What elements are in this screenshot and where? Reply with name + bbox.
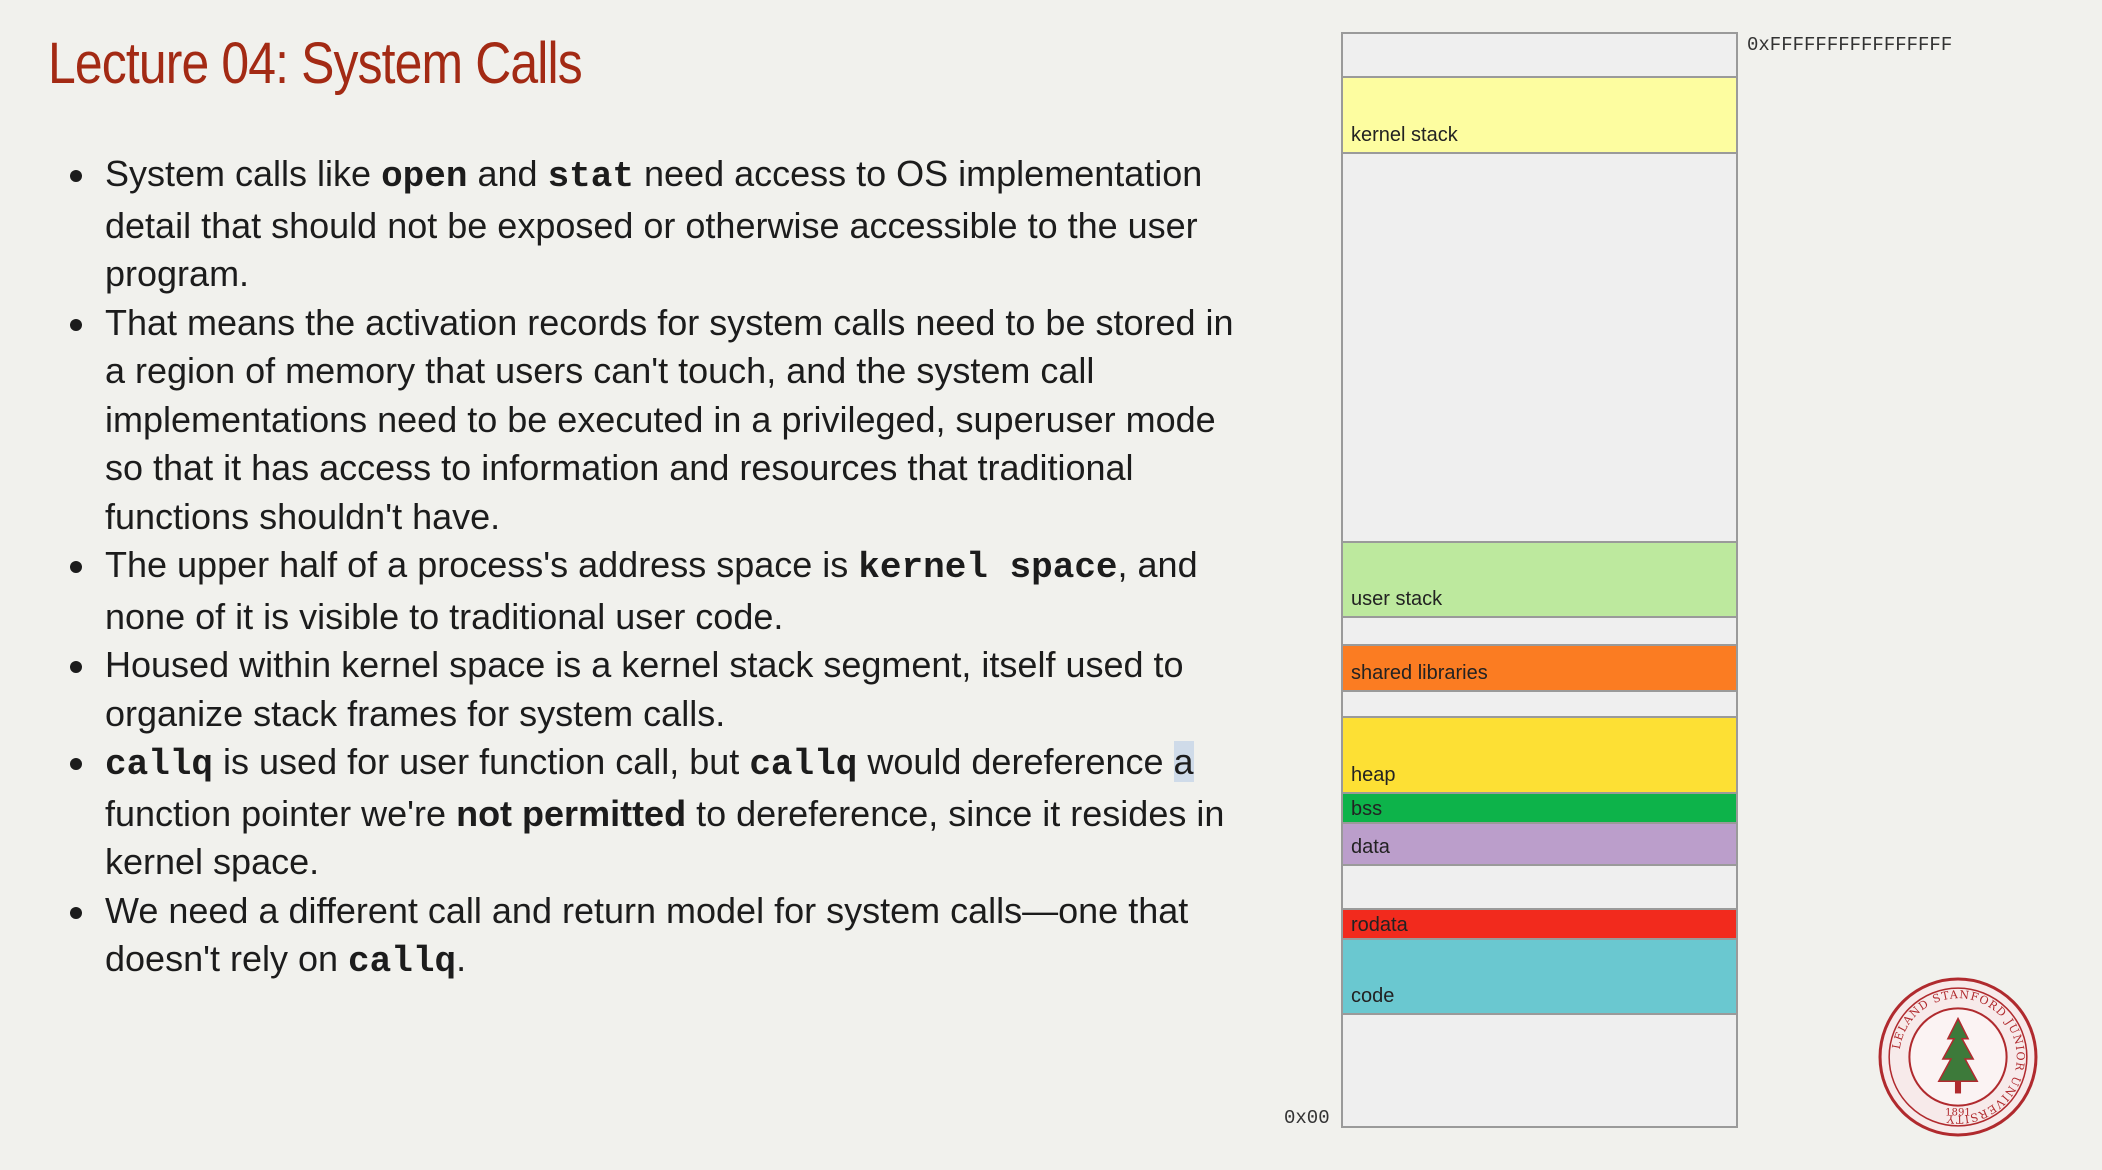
- address-space-diagram: kernel stack user stack shared libraries…: [1341, 32, 1738, 1128]
- segment-code: code: [1343, 938, 1736, 1015]
- stanford-seal-logo: LELAND STANFORD JUNIOR UNIVERSITY 1891: [1878, 977, 2038, 1137]
- code-callq: callq: [348, 941, 457, 982]
- bullet-dot: [70, 906, 82, 919]
- code-callq: callq: [749, 744, 858, 785]
- bullet-dot: [70, 318, 82, 331]
- code-kernel-space: kernel space: [858, 547, 1118, 588]
- highlighted-text: a: [1173, 741, 1194, 782]
- top-address-label: 0xFFFFFFFFFFFFFFFF: [1747, 34, 1953, 56]
- bullet-item: callq is used for user function call, bu…: [62, 738, 1262, 887]
- bullet-dot: [70, 170, 82, 182]
- code-callq: callq: [105, 744, 214, 785]
- bullet-list: System calls like open and stat need acc…: [62, 150, 1262, 987]
- code-stat: stat: [547, 156, 634, 197]
- bullet-dot: [70, 661, 82, 673]
- bullet-dot: [70, 758, 82, 770]
- segment-data: data: [1343, 822, 1736, 866]
- segment-bss: bss: [1343, 792, 1736, 824]
- bullet-dot: [70, 561, 82, 573]
- bullet-item: That means the activation records for sy…: [62, 299, 1262, 542]
- segment-rodata: rodata: [1343, 908, 1736, 940]
- code-open: open: [381, 156, 468, 197]
- bullet-item: Housed within kernel space is a kernel s…: [62, 641, 1262, 738]
- slide-title: Lecture 04: System Calls: [48, 31, 583, 96]
- bullet-item: We need a different call and return mode…: [62, 887, 1262, 987]
- svg-text:1891: 1891: [1945, 1108, 1971, 1119]
- bullet-item: The upper half of a process's address sp…: [62, 541, 1262, 641]
- bottom-address-label: 0x00: [1284, 1107, 1330, 1129]
- segment-shared-libraries: shared libraries: [1343, 644, 1736, 692]
- bullet-item: System calls like open and stat need acc…: [62, 150, 1262, 299]
- segment-user-stack: user stack: [1343, 541, 1736, 618]
- segment-heap: heap: [1343, 716, 1736, 794]
- segment-kernel-stack: kernel stack: [1343, 76, 1736, 154]
- bold-text: not permitted: [456, 792, 687, 834]
